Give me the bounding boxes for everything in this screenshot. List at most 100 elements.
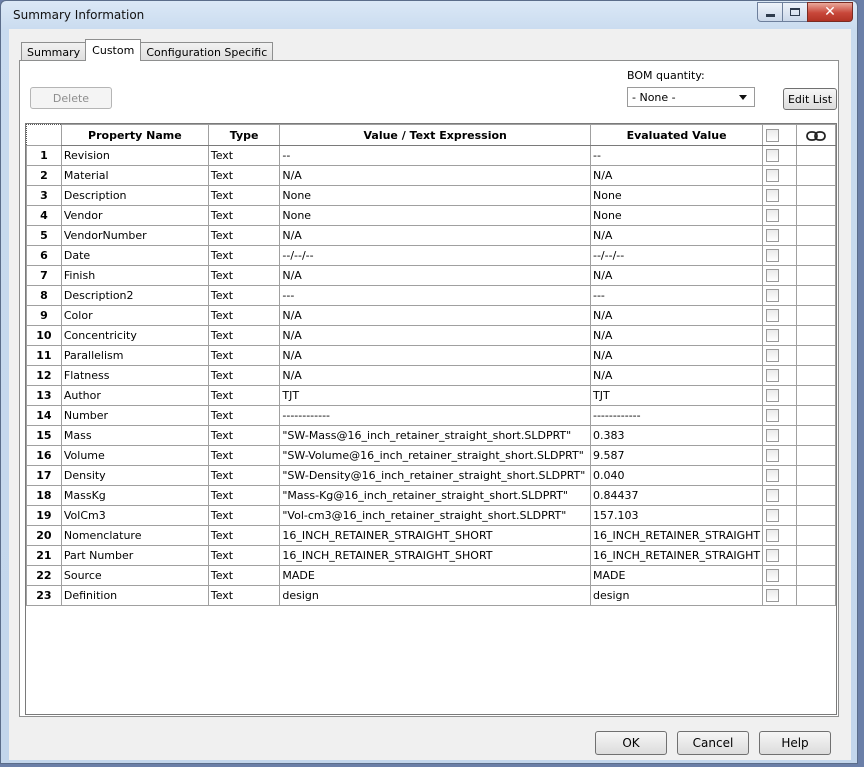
table-row[interactable]: 23 Definition Text design design <box>26 585 836 606</box>
row-checkbox[interactable] <box>766 169 780 183</box>
value-cell[interactable]: design <box>279 585 591 606</box>
property-name-cell[interactable]: Description <box>60 185 209 206</box>
property-name-cell[interactable]: Density <box>60 465 209 486</box>
property-name-cell[interactable]: MassKg <box>60 485 209 506</box>
minimize-button[interactable] <box>757 2 783 22</box>
value-cell[interactable]: -- <box>279 145 591 166</box>
value-cell[interactable]: None <box>279 185 591 206</box>
property-name-cell[interactable]: Concentricity <box>60 325 209 346</box>
type-cell[interactable]: Text <box>207 345 281 366</box>
row-checkbox[interactable] <box>766 249 780 263</box>
table-row[interactable]: 4 Vendor Text None None <box>26 205 836 226</box>
title-bar[interactable]: Summary Information ✕ <box>1 1 857 29</box>
tab-configuration-specific[interactable]: Configuration Specific <box>140 42 274 61</box>
value-cell[interactable]: ------------ <box>279 405 591 426</box>
property-name-cell[interactable]: Date <box>60 245 209 266</box>
row-checkbox[interactable] <box>766 149 780 163</box>
type-cell[interactable]: Text <box>207 445 281 466</box>
row-checkbox[interactable] <box>766 289 780 303</box>
edit-list-button[interactable]: Edit List <box>783 88 837 110</box>
header-checkbox[interactable] <box>766 128 780 142</box>
ok-button[interactable]: OK <box>595 731 667 755</box>
property-name-cell[interactable]: Parallelism <box>60 345 209 366</box>
row-checkbox[interactable] <box>766 469 780 483</box>
value-cell[interactable]: N/A <box>279 265 591 286</box>
property-name-cell[interactable]: Volume <box>60 445 209 466</box>
property-name-cell[interactable]: Definition <box>60 585 209 606</box>
row-checkbox[interactable] <box>766 449 780 463</box>
select-all-corner[interactable] <box>26 124 62 146</box>
table-row[interactable]: 12 Flatness Text N/A N/A <box>26 365 836 386</box>
type-cell[interactable]: Text <box>207 565 281 586</box>
row-checkbox[interactable] <box>766 189 780 203</box>
tab-custom[interactable]: Custom <box>85 39 142 61</box>
value-cell[interactable]: --/--/-- <box>279 245 591 266</box>
property-name-cell[interactable]: Part Number <box>60 545 209 566</box>
column-header-link[interactable] <box>795 124 836 146</box>
type-cell[interactable]: Text <box>207 245 281 266</box>
type-cell[interactable]: Text <box>207 405 281 426</box>
type-cell[interactable]: Text <box>207 165 281 186</box>
property-name-cell[interactable]: VolCm3 <box>60 505 209 526</box>
table-row[interactable]: 3 Description Text None None <box>26 185 836 206</box>
table-row[interactable]: 11 Parallelism Text N/A N/A <box>26 345 836 366</box>
type-cell[interactable]: Text <box>207 425 281 446</box>
property-name-cell[interactable]: Nomenclature <box>60 525 209 546</box>
value-cell[interactable]: TJT <box>279 385 591 406</box>
row-checkbox[interactable] <box>766 389 780 403</box>
value-cell[interactable]: "SW-Volume@16_inch_retainer_straight_sho… <box>279 445 591 466</box>
value-cell[interactable]: "SW-Density@16_inch_retainer_straight_sh… <box>279 465 591 486</box>
type-cell[interactable]: Text <box>207 265 281 286</box>
table-row[interactable]: 7 Finish Text N/A N/A <box>26 265 836 286</box>
value-cell[interactable]: N/A <box>279 225 591 246</box>
table-row[interactable]: 21 Part Number Text 16_INCH_RETAINER_STRAIG… <box>26 545 836 566</box>
property-name-cell[interactable]: Color <box>60 305 209 326</box>
tab-summary[interactable]: Summary <box>21 42 87 61</box>
delete-button[interactable]: Delete <box>30 87 112 109</box>
type-cell[interactable]: Text <box>207 465 281 486</box>
property-name-cell[interactable]: Mass <box>60 425 209 446</box>
column-header-property-name[interactable]: Property Name <box>60 124 209 146</box>
property-name-cell[interactable]: Number <box>60 405 209 426</box>
column-header-type[interactable]: Type <box>207 124 281 146</box>
property-name-cell[interactable]: Revision <box>60 145 209 166</box>
table-row[interactable]: 8 Description2 Text --- --- <box>26 285 836 306</box>
property-name-cell[interactable]: Description2 <box>60 285 209 306</box>
table-row[interactable]: 19 VolCm3 Text "Vol-cm3@16_inch_retainer_st… <box>26 505 836 526</box>
value-cell[interactable]: N/A <box>279 345 591 366</box>
property-name-cell[interactable]: Flatness <box>60 365 209 386</box>
table-row[interactable]: 16 Volume Text "SW-Volume@16_inch_retainer_… <box>26 445 836 466</box>
row-checkbox[interactable] <box>766 509 780 523</box>
column-header-checkbox[interactable] <box>762 124 797 146</box>
table-row[interactable]: 14 Number Text ------------ ------------ <box>26 405 836 426</box>
value-cell[interactable]: N/A <box>279 365 591 386</box>
property-name-cell[interactable]: Finish <box>60 265 209 286</box>
row-checkbox[interactable] <box>766 349 780 363</box>
row-checkbox[interactable] <box>766 369 780 383</box>
type-cell[interactable]: Text <box>207 185 281 206</box>
value-cell[interactable]: --- <box>279 285 591 306</box>
help-button[interactable]: Help <box>759 731 831 755</box>
table-row[interactable]: 9 Color Text N/A N/A <box>26 305 836 326</box>
property-name-cell[interactable]: Material <box>60 165 209 186</box>
value-cell[interactable]: "Mass-Kg@16_inch_retainer_straight_short… <box>279 485 591 506</box>
table-row[interactable]: 22 Source Text MADE MADE <box>26 565 836 586</box>
type-cell[interactable]: Text <box>207 305 281 326</box>
table-row[interactable]: 10 Concentricity Text N/A N/A <box>26 325 836 346</box>
type-cell[interactable]: Text <box>207 285 281 306</box>
bom-quantity-select[interactable]: - None - <box>627 87 755 107</box>
value-cell[interactable]: "SW-Mass@16_inch_retainer_straight_short… <box>279 425 591 446</box>
type-cell[interactable]: Text <box>207 325 281 346</box>
type-cell[interactable]: Text <box>207 545 281 566</box>
property-name-cell[interactable]: Source <box>60 565 209 586</box>
type-cell[interactable]: Text <box>207 485 281 506</box>
value-cell[interactable]: N/A <box>279 305 591 326</box>
type-cell[interactable]: Text <box>207 225 281 246</box>
table-row[interactable]: 18 MassKg Text "Mass-Kg@16_inch_retainer_st… <box>26 485 836 506</box>
row-checkbox[interactable] <box>766 489 780 503</box>
close-button[interactable]: ✕ <box>807 2 853 22</box>
value-cell[interactable]: 16_INCH_RETAINER_STRAIGHT_SHORT <box>279 545 591 566</box>
row-checkbox[interactable] <box>766 329 780 343</box>
row-checkbox[interactable] <box>766 209 780 223</box>
value-cell[interactable]: MADE <box>279 565 591 586</box>
